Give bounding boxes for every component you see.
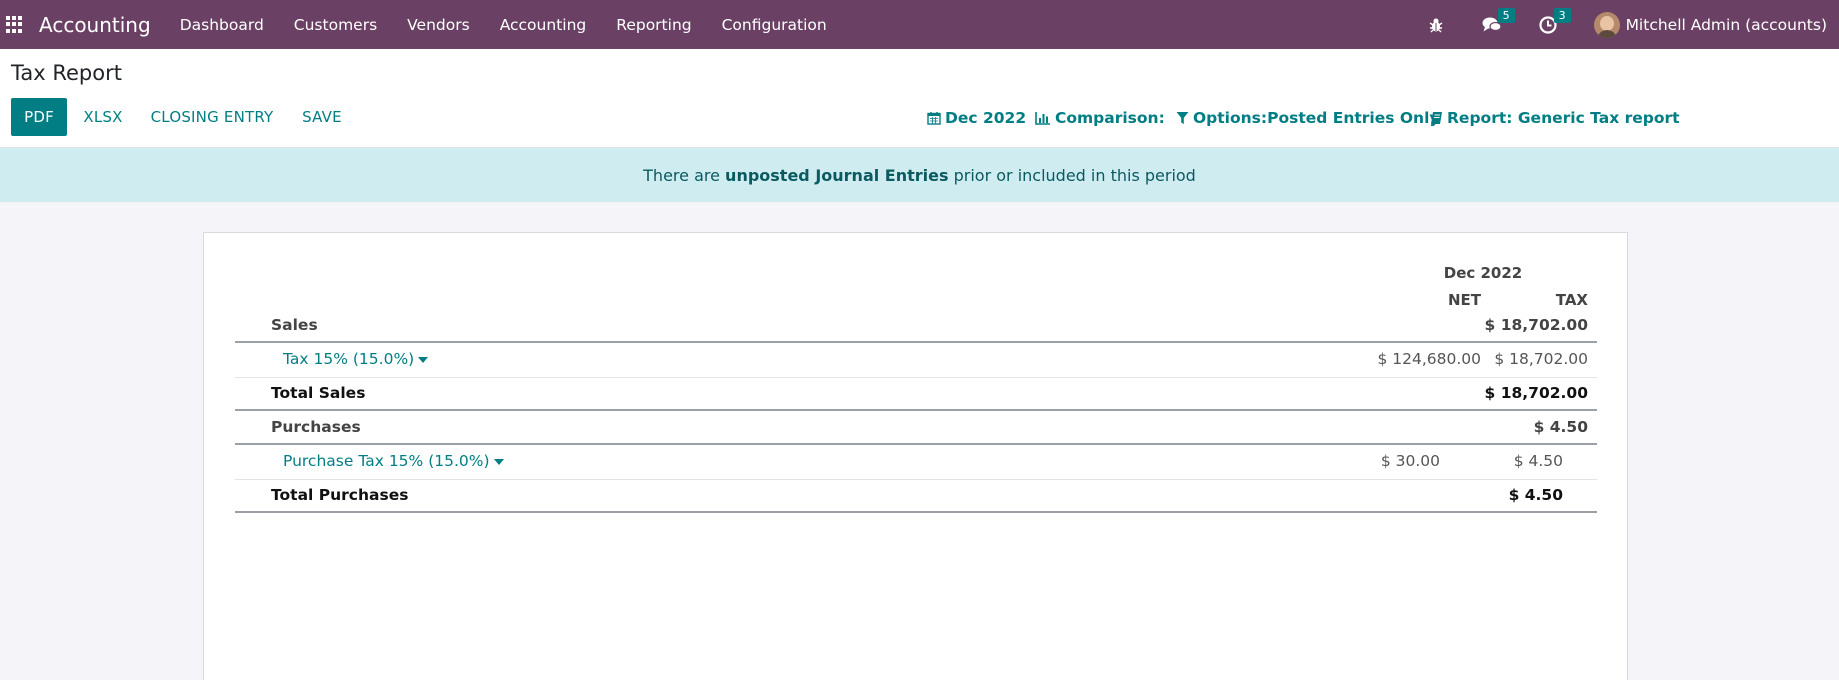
bar-chart-icon — [1035, 112, 1050, 125]
user-avatar[interactable] — [1593, 11, 1620, 38]
row-label: Total Sales — [271, 384, 366, 402]
user-menu[interactable]: Mitchell Admin (accounts) — [1626, 16, 1827, 34]
row-net-value: $ 30.00 — [1380, 452, 1440, 470]
row-label: Sales — [271, 316, 318, 334]
page-title: Tax Report — [11, 61, 122, 85]
closing-entry-button[interactable]: CLOSING ENTRY — [143, 98, 281, 136]
unposted-entries-link[interactable]: unposted Journal Entries — [725, 166, 948, 185]
messages-icon[interactable]: 5 — [1482, 7, 1515, 35]
caret-down-icon[interactable] — [493, 458, 504, 465]
menu-configuration[interactable]: Configuration — [707, 0, 842, 49]
alert-text-prefix: There are — [643, 165, 720, 185]
save-button[interactable]: SAVE — [294, 98, 350, 136]
tax-line-row-purchase-15[interactable]: Purchase Tax 15% (15.0%) $ 30.00 $ 4.50 — [235, 445, 1597, 480]
book-icon — [1431, 112, 1442, 124]
caret-down-icon[interactable] — [418, 356, 429, 363]
date-filter-label: Dec 2022 — [945, 109, 1027, 127]
tax-line-row-sales-15[interactable]: Tax 15% (15.0%) $ 124,680.00 $ 18,702.00 — [235, 343, 1597, 378]
debug-bug-icon[interactable] — [1426, 15, 1446, 35]
menu-customers[interactable]: Customers — [279, 0, 392, 49]
row-tax-value: $ 18,702.00 — [1494, 350, 1588, 368]
period-column-header: Dec 2022 — [1443, 264, 1523, 282]
comparison-filter-label: Comparison: — [1055, 109, 1165, 127]
options-filter-label: Options:Posted Entries Only — [1193, 109, 1440, 127]
row-tax-value: $ 18,702.00 — [1484, 316, 1588, 334]
tax-line-label: Tax 15% (15.0%) — [283, 350, 415, 368]
tax-line-label: Purchase Tax 15% (15.0%) — [283, 452, 490, 470]
date-filter[interactable]: Dec 2022 — [927, 109, 1026, 127]
tax-line-link[interactable]: Purchase Tax 15% (15.0%) — [283, 452, 504, 470]
section-row-sales: Sales $ 18,702.00 — [235, 310, 1597, 343]
row-label: Total Purchases — [271, 486, 409, 504]
activities-clock-icon[interactable]: 3 — [1538, 7, 1571, 35]
row-tax-value: $ 4.50 — [1533, 418, 1588, 436]
top-navbar: Accounting Dashboard Customers Vendors A… — [0, 0, 1839, 49]
net-column-header: NET — [1447, 291, 1481, 309]
row-tax-value: $ 4.50 — [1513, 452, 1563, 470]
comparison-filter[interactable]: Comparison: — [1035, 109, 1165, 127]
pdf-button[interactable]: PDF — [11, 98, 67, 136]
row-tax-value: $ 4.50 — [1508, 486, 1563, 504]
report-sheet: Dec 2022 NET TAX Sales $ 18,702.00 Tax 1… — [203, 232, 1628, 680]
filter-funnel-icon — [1176, 112, 1189, 124]
section-row-purchases: Purchases $ 4.50 — [235, 412, 1597, 445]
report-selector[interactable]: Report: Generic Tax report — [1430, 109, 1680, 127]
report-selector-label: Report: Generic Tax report — [1447, 109, 1680, 127]
tax-line-link[interactable]: Tax 15% (15.0%) — [283, 350, 429, 368]
calendar-icon — [927, 112, 941, 125]
alert-text-suffix: prior or included in this period — [953, 165, 1196, 185]
activities-count-badge: 3 — [1553, 7, 1571, 23]
row-net-value: $ 124,680.00 — [1377, 350, 1481, 368]
control-panel: Tax Report PDF XLSX CLOSING ENTRY SAVE D… — [0, 49, 1839, 148]
xlsx-button[interactable]: XLSX — [72, 98, 134, 136]
tax-column-header: TAX — [1555, 291, 1588, 309]
app-name[interactable]: Accounting — [39, 13, 151, 37]
menu-vendors[interactable]: Vendors — [392, 0, 485, 49]
menu-reporting[interactable]: Reporting — [601, 0, 706, 49]
unposted-entries-alert: There are unposted Journal Entries prior… — [0, 148, 1839, 202]
menu-dashboard[interactable]: Dashboard — [165, 0, 279, 49]
row-tax-value: $ 18,702.00 — [1484, 384, 1588, 402]
menu-accounting[interactable]: Accounting — [485, 0, 602, 49]
total-row-sales: Total Sales $ 18,702.00 — [235, 378, 1597, 411]
apps-menu-icon[interactable] — [6, 15, 24, 34]
total-row-purchases: Total Purchases $ 4.50 — [235, 480, 1597, 513]
options-filter[interactable]: Options:Posted Entries Only — [1176, 109, 1440, 127]
row-label: Purchases — [271, 418, 361, 436]
messages-count-badge: 5 — [1497, 7, 1515, 23]
